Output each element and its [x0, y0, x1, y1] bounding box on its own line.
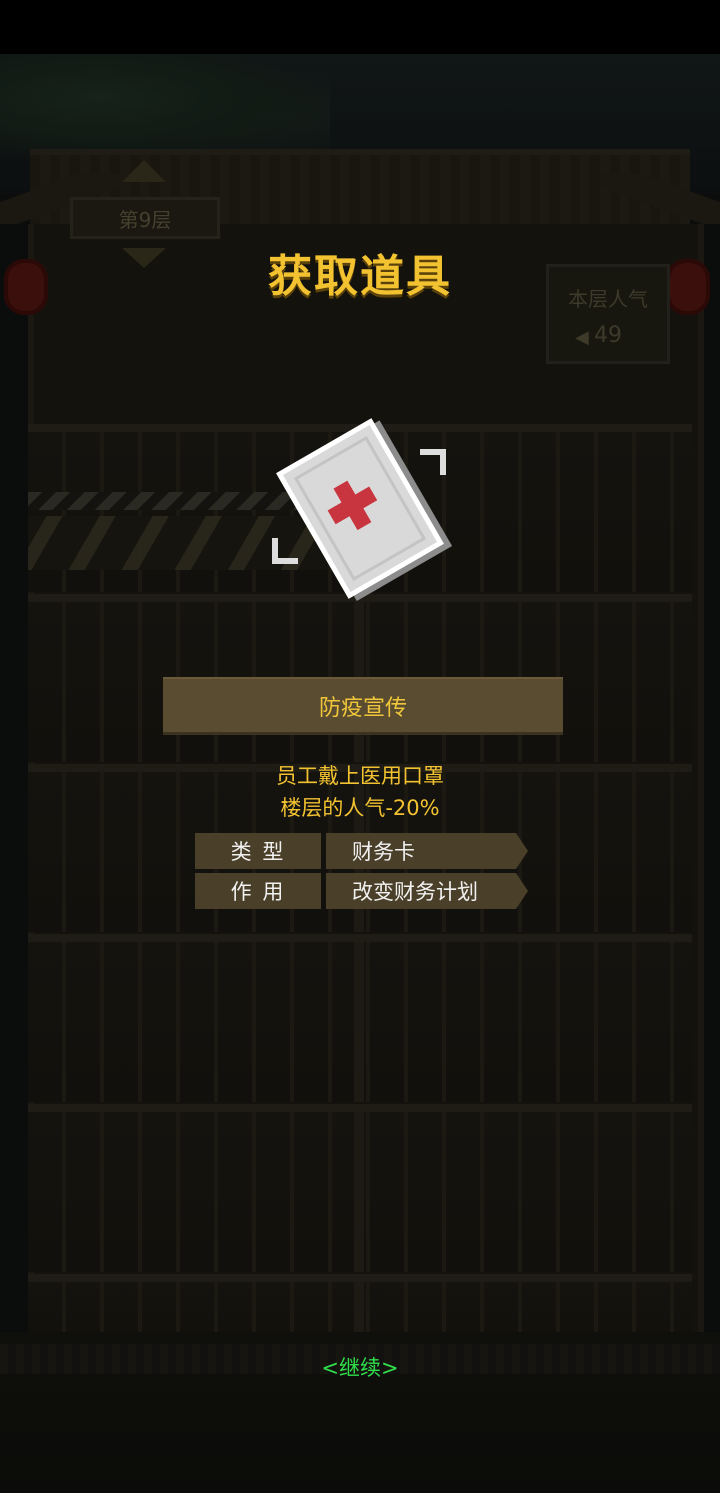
popularity-value: 49: [594, 323, 622, 348]
info-key: 类 型: [195, 833, 321, 869]
popup-title: 获取道具: [268, 251, 452, 302]
corner-bracket-icon: [272, 538, 298, 564]
item-name: 防疫宣传: [163, 677, 563, 735]
floor-label: 第9层: [70, 197, 220, 239]
item-description-line1: 员工戴上医用口罩: [276, 764, 444, 788]
floor-row: [28, 934, 692, 1102]
tree-silhouette: [0, 54, 330, 164]
status-bar: [0, 0, 720, 54]
info-row-type: 类 型 财务卡: [195, 833, 530, 869]
continue-button[interactable]: <继续>: [0, 1352, 720, 1382]
floor-row: [28, 1104, 692, 1272]
info-key: 作 用: [195, 873, 321, 909]
corner-bracket-icon: [420, 449, 446, 475]
info-value: 改变财务计划: [326, 873, 516, 909]
info-row-effect: 作 用 改变财务计划: [195, 873, 530, 909]
item-description-line2: 楼层的人气-20%: [280, 796, 440, 820]
info-value: 财务卡: [326, 833, 516, 869]
floor-up-arrow-icon[interactable]: [122, 160, 166, 182]
roof-eave-right: [600, 174, 720, 224]
